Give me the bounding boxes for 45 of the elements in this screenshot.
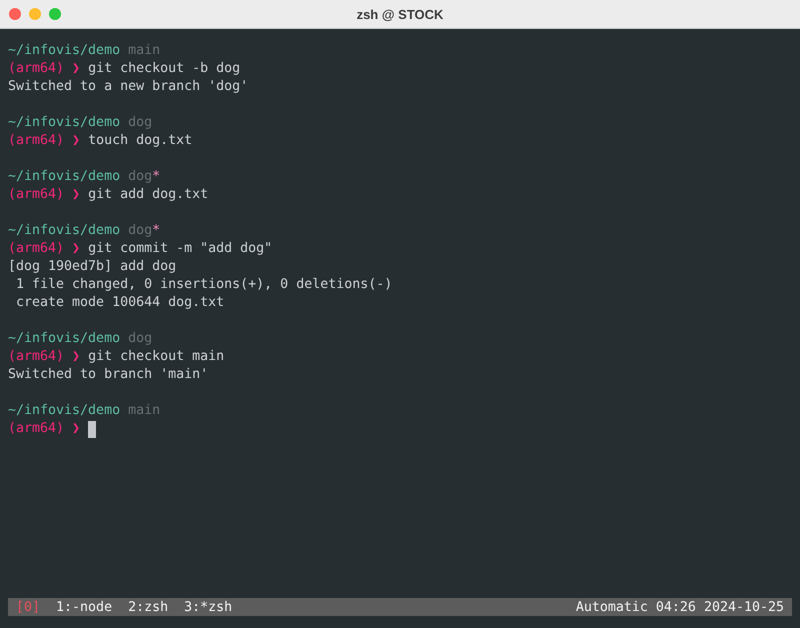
window-tab[interactable]: 3:*zsh bbox=[184, 600, 232, 614]
dirty-marker: * bbox=[152, 222, 160, 240]
prompt-env: (arm64) bbox=[8, 420, 64, 438]
output-text: create mode 100644 dog.txt bbox=[15, 294, 224, 312]
prompt-arrow: ❯ bbox=[72, 186, 80, 204]
window-title: zsh @ STOCK bbox=[356, 6, 444, 22]
prompt-arrow: ❯ bbox=[72, 60, 80, 78]
git-branch: main bbox=[128, 42, 160, 60]
prompt-env: (arm64) bbox=[8, 60, 64, 78]
prompt-env: (arm64) bbox=[8, 132, 64, 150]
prompt-arrow: ❯ bbox=[72, 348, 80, 366]
directory-path: ~/infovis/demo bbox=[8, 402, 120, 420]
window-tab[interactable]: 1:-node bbox=[56, 600, 112, 614]
output-text: Switched to branch 'main' bbox=[8, 366, 208, 384]
directory-path: ~/infovis/demo bbox=[8, 330, 120, 348]
minimize-button[interactable] bbox=[29, 8, 41, 20]
output-text: Switched to a new branch 'dog' bbox=[8, 78, 248, 96]
window-tab[interactable]: 2:zsh bbox=[128, 600, 168, 614]
prompt-arrow: ❯ bbox=[72, 240, 80, 258]
prompt-env: (arm64) bbox=[8, 348, 64, 366]
git-branch: dog bbox=[128, 222, 152, 240]
dirty-marker: * bbox=[152, 168, 160, 186]
status-info: Automatic 04:26 2024-10-25 bbox=[576, 600, 784, 614]
output-text: [dog 190ed7b] add dog bbox=[8, 258, 176, 276]
close-button[interactable] bbox=[9, 8, 21, 20]
directory-path: ~/infovis/demo bbox=[8, 114, 120, 132]
prompt-env: (arm64) bbox=[8, 240, 64, 258]
directory-path: ~/infovis/demo bbox=[8, 168, 120, 186]
command-text: git checkout -b dog bbox=[88, 60, 240, 78]
git-branch: dog bbox=[128, 330, 152, 348]
session-name: [0] bbox=[16, 600, 40, 614]
git-branch: dog bbox=[128, 168, 152, 186]
output-text: 1 file changed, 0 insertions(+), 0 deletions(-) bbox=[15, 276, 392, 294]
directory-path: ~/infovis/demo bbox=[8, 222, 120, 240]
maximize-button[interactable] bbox=[49, 8, 61, 20]
command-text: touch dog.txt bbox=[88, 132, 192, 150]
git-branch: main bbox=[128, 402, 160, 420]
directory-path: ~/infovis/demo bbox=[8, 42, 120, 60]
git-branch: dog bbox=[128, 114, 152, 132]
prompt-arrow: ❯ bbox=[72, 420, 80, 438]
prompt-arrow: ❯ bbox=[72, 132, 80, 150]
command-text: git add dog.txt bbox=[88, 186, 208, 204]
prompt-env: (arm64) bbox=[8, 186, 64, 204]
command-text: git checkout main bbox=[88, 348, 224, 366]
command-text: git commit -m "add dog" bbox=[88, 240, 272, 258]
